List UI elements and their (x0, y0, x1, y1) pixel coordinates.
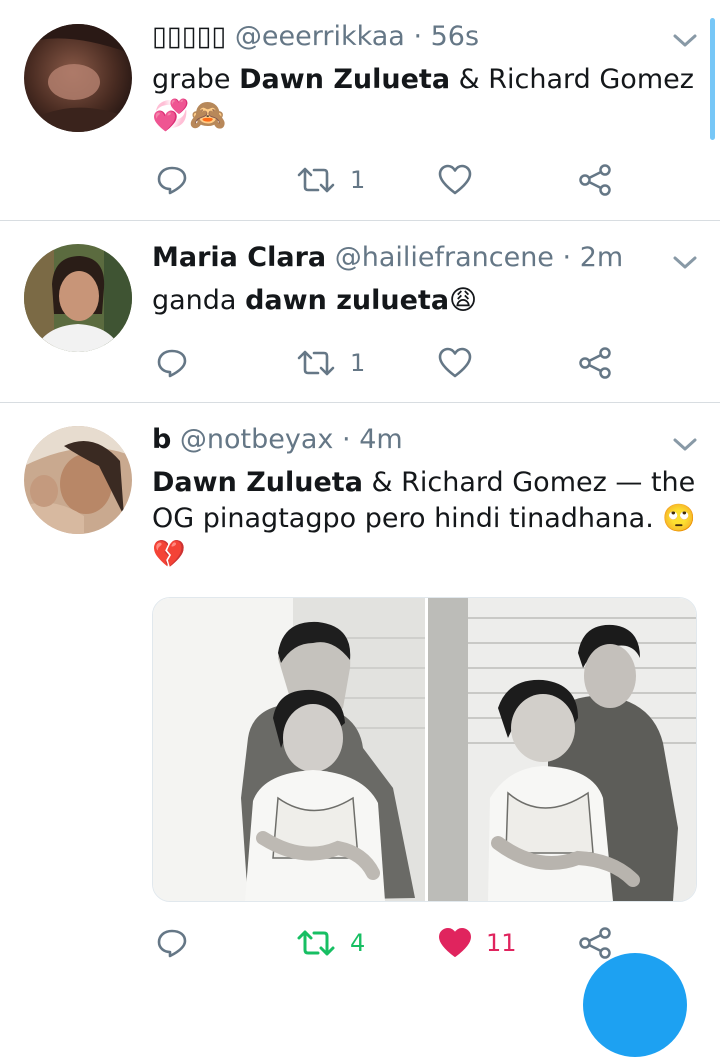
retweet-button[interactable]: 4 (296, 921, 365, 965)
emoji: 😩 (449, 285, 478, 316)
share-icon (579, 927, 611, 959)
retweet-count: 4 (350, 929, 366, 957)
like-button[interactable] (438, 341, 472, 385)
heart-icon (438, 347, 472, 378)
tweet-header: ▯▯▯▯▯ @eeerrikkaa · 56s (152, 20, 479, 54)
mention-bold: Dawn Zulueta (239, 64, 451, 95)
user-handle[interactable]: @eeerrikkaa (235, 21, 405, 52)
avatar[interactable] (24, 426, 132, 534)
chevron-down-icon[interactable] (672, 32, 698, 50)
user-handle[interactable]: @notbeyax (180, 424, 333, 455)
reply-button[interactable] (156, 341, 188, 385)
emoji-line: 💞🙈 (152, 98, 227, 133)
tweet-text: ganda dawn zulueta😩 (152, 285, 478, 316)
tweet-actions: 1 (0, 341, 720, 385)
retweet-icon (297, 350, 335, 376)
reply-icon (157, 929, 187, 958)
compose-button[interactable] (583, 953, 687, 1057)
user-handle[interactable]: @hailiefrancene (335, 242, 554, 273)
photo-1[interactable] (153, 598, 428, 901)
display-name[interactable]: Maria Clara (152, 242, 326, 273)
share-button[interactable] (578, 921, 612, 965)
retweet-icon (297, 930, 335, 956)
retweet-count: 1 (350, 349, 366, 377)
share-icon (579, 347, 611, 379)
emoji: 🙄 (662, 503, 697, 534)
retweet-button[interactable]: 1 (296, 158, 365, 202)
separator-dot: · (413, 21, 423, 52)
reply-button[interactable] (156, 921, 188, 965)
mention-bold: dawn zulueta (245, 285, 450, 316)
retweet-icon (297, 167, 335, 193)
avatar[interactable] (24, 244, 132, 352)
timestamp[interactable]: 4m (359, 424, 402, 455)
reply-icon (157, 166, 187, 195)
photo-2[interactable] (428, 598, 696, 901)
separator-dot: · (342, 424, 351, 455)
tweet-media[interactable] (152, 597, 697, 902)
tweet-header: Maria Clara @hailiefrancene · 2m (152, 241, 623, 275)
tweet-header: b @notbeyax · 4m (152, 423, 403, 457)
timestamp[interactable]: 2m (580, 242, 623, 273)
mention-bold: Dawn Zulueta (152, 467, 363, 498)
display-name[interactable]: ▯▯▯▯▯ (152, 21, 226, 52)
like-count: 11 (486, 929, 517, 957)
tweet-text: Dawn Zulueta & Richard Gomez — the OG pi… (152, 467, 697, 570)
display-name[interactable]: b (152, 424, 171, 455)
emoji: 💔 (152, 539, 186, 570)
tweet-3[interactable]: b @notbeyax · 4m Dawn Zulueta & Richard … (0, 403, 720, 981)
like-button[interactable] (438, 158, 472, 202)
tweet-actions: 1 (0, 158, 720, 202)
like-button[interactable]: 11 (438, 921, 517, 965)
share-icon (579, 164, 611, 196)
heart-icon (439, 928, 471, 957)
share-button[interactable] (578, 341, 612, 385)
heart-icon (438, 164, 472, 195)
separator-dot: · (562, 242, 572, 273)
retweet-button[interactable]: 1 (296, 341, 365, 385)
tweet-2[interactable]: Maria Clara @hailiefrancene · 2m ganda d… (0, 221, 720, 402)
timestamp[interactable]: 56s (431, 21, 479, 52)
reply-button[interactable] (156, 158, 188, 202)
tweet-1[interactable]: ▯▯▯▯▯ @eeerrikkaa · 56s grabe Dawn Zulue… (0, 0, 720, 220)
reply-icon (157, 349, 187, 378)
share-button[interactable] (578, 158, 612, 202)
tweet-text: grabe Dawn Zulueta & Richard Gomez 💞🙈 (152, 64, 694, 133)
avatar[interactable] (24, 24, 132, 132)
chevron-down-icon[interactable] (672, 436, 698, 454)
chevron-down-icon[interactable] (672, 254, 698, 272)
retweet-count: 1 (350, 166, 366, 194)
